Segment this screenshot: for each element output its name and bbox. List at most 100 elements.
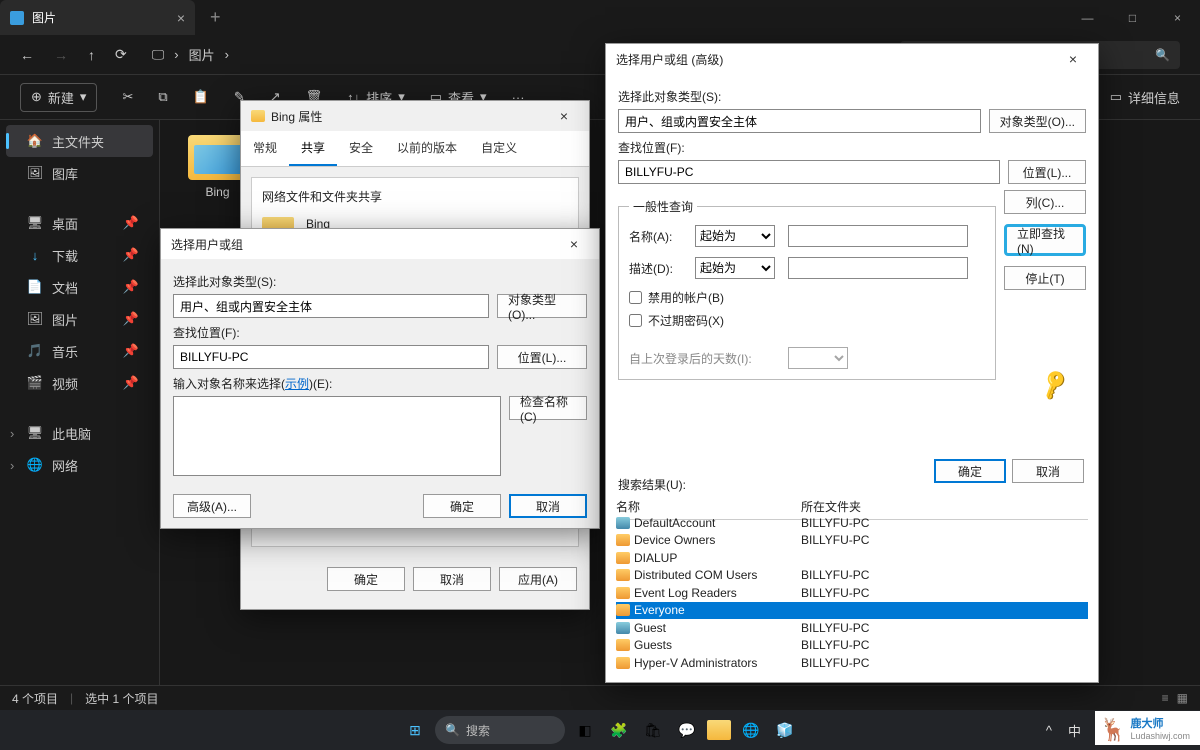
name-match-select[interactable]: 起始为	[695, 225, 775, 247]
ok-button[interactable]: 确定	[934, 459, 1006, 483]
close-icon[interactable]: ×	[549, 108, 579, 124]
principal-icon	[616, 569, 630, 581]
ok-button[interactable]: 确定	[327, 567, 405, 591]
example-link[interactable]: 示例	[285, 377, 309, 391]
result-row[interactable]: Everyone	[616, 602, 1088, 620]
sidebar-item-gallery[interactable]: 🖼图库	[0, 157, 159, 189]
videos-icon: 🎬	[28, 376, 42, 390]
principal-icon	[616, 604, 630, 616]
forward-button[interactable]: →	[54, 47, 68, 63]
ok-button[interactable]: 确定	[423, 494, 501, 518]
column-name[interactable]: 名称	[616, 498, 801, 515]
sidebar-item-downloads[interactable]: ↓下载📌	[0, 239, 159, 271]
documents-icon: 📄	[28, 280, 42, 294]
sidebar-item-pictures[interactable]: 🖼图片📌	[0, 303, 159, 335]
result-row[interactable]: Distributed COM UsersBILLYFU-PC	[616, 567, 1088, 585]
tab-close-icon[interactable]: ×	[177, 10, 185, 26]
location-field[interactable]	[618, 160, 1000, 184]
breadcrumb-pictures[interactable]: 图片	[189, 45, 215, 64]
result-row[interactable]: DIALUP	[616, 549, 1088, 567]
tab-security[interactable]: 安全	[337, 131, 385, 166]
disabled-accounts-checkbox[interactable]	[629, 291, 642, 304]
sidebar-item-videos[interactable]: 🎬视频📌	[0, 367, 159, 399]
watermark: 🦌 鹿大师 Ludashiwj.com	[1095, 711, 1200, 745]
tray-chevron[interactable]: ^	[1046, 723, 1052, 738]
back-button[interactable]: ←	[20, 47, 34, 63]
locations-button[interactable]: 位置(L)...	[1008, 160, 1086, 184]
result-row[interactable]: GuestBILLYFU-PC	[616, 619, 1088, 637]
result-row[interactable]: Device OwnersBILLYFU-PC	[616, 532, 1088, 550]
paste-button[interactable]: 📋	[193, 89, 209, 105]
copy-button[interactable]: ⧉	[158, 89, 167, 105]
result-row[interactable]: DefaultAccountBILLYFU-PC	[616, 514, 1088, 532]
cancel-button[interactable]: 取消	[413, 567, 491, 591]
object-types-button[interactable]: 对象类型(O)...	[989, 109, 1086, 133]
close-icon[interactable]: ×	[559, 236, 589, 252]
tab-sharing[interactable]: 共享	[289, 131, 337, 166]
taskbar-app[interactable]: 🛍	[639, 716, 667, 744]
taskbar-app[interactable]: 💬	[673, 716, 701, 744]
taskbar-app[interactable]: 🧩	[605, 716, 633, 744]
view-switcher[interactable]: ≡▦	[1162, 691, 1188, 705]
dialog-title-bar[interactable]: Bing 属性 ×	[241, 101, 589, 131]
task-view-button[interactable]: ◧	[571, 716, 599, 744]
sidebar-item-thispc[interactable]: 🖥此电脑	[0, 417, 159, 449]
dialog-title-bar[interactable]: 选择用户或组 ×	[161, 229, 599, 259]
new-button[interactable]: ⊕ 新建 ▾	[20, 83, 97, 112]
column-folder[interactable]: 所在文件夹	[801, 498, 861, 515]
cut-button[interactable]: ✂	[122, 89, 133, 105]
advanced-button[interactable]: 高级(A)...	[173, 494, 251, 518]
tab-customize[interactable]: 自定义	[469, 131, 529, 166]
names-textarea[interactable]	[173, 396, 501, 476]
locations-button[interactable]: 位置(L)...	[497, 345, 587, 369]
object-types-button[interactable]: 对象类型(O)...	[497, 294, 587, 318]
results-list[interactable]: DefaultAccountBILLYFU-PCDevice OwnersBIL…	[616, 514, 1088, 672]
maximize-button[interactable]: □	[1110, 0, 1155, 35]
object-type-field[interactable]	[173, 294, 489, 318]
breadcrumb[interactable]: 🖵 › 图片 ›	[152, 45, 229, 64]
cancel-button[interactable]: 取消	[509, 494, 587, 518]
desc-query-input[interactable]	[788, 257, 968, 279]
object-type-field[interactable]	[618, 109, 981, 133]
stop-button[interactable]: 停止(T)	[1004, 266, 1086, 290]
close-icon[interactable]: ×	[1058, 51, 1088, 67]
result-row[interactable]: GuestsBILLYFU-PC	[616, 637, 1088, 655]
result-row[interactable]: Hyper-V AdministratorsBILLYFU-PC	[616, 654, 1088, 672]
minimize-button[interactable]: —	[1065, 0, 1110, 35]
cancel-button[interactable]: 取消	[1012, 459, 1084, 483]
refresh-button[interactable]: ⟳	[115, 46, 127, 63]
sidebar-item-music[interactable]: 🎵音乐📌	[0, 335, 159, 367]
sidebar-item-desktop[interactable]: 🖥桌面📌	[0, 207, 159, 239]
taskbar-edge[interactable]: 🌐	[737, 716, 765, 744]
sidebar-item-network[interactable]: 🌐网络	[0, 449, 159, 481]
window-close-button[interactable]: ×	[1155, 0, 1200, 35]
check-names-button[interactable]: 检查名称(C)	[509, 396, 587, 420]
up-button[interactable]: ↑	[88, 47, 95, 63]
tab-previous[interactable]: 以前的版本	[385, 131, 469, 166]
start-button[interactable]: ⊞	[401, 716, 429, 744]
taskbar-explorer[interactable]	[707, 720, 731, 740]
dialog-title-bar[interactable]: 选择用户或组 (高级) ×	[606, 44, 1098, 74]
ime-indicator[interactable]: 中	[1068, 721, 1081, 740]
result-row[interactable]: Event Log ReadersBILLYFU-PC	[616, 584, 1088, 602]
sidebar-item-documents[interactable]: 📄文档📌	[0, 271, 159, 303]
add-tab-button[interactable]: +	[210, 7, 221, 28]
result-row[interactable]: IIS_IUSRSBILLYFU-PC	[616, 672, 1088, 673]
desc-match-select[interactable]: 起始为	[695, 257, 775, 279]
find-now-button[interactable]: 立即查找(N)	[1004, 224, 1086, 256]
details-button[interactable]: ▭ 详细信息	[1110, 88, 1180, 107]
name-query-input[interactable]	[788, 225, 968, 247]
nonexpiring-password-checkbox[interactable]	[629, 314, 642, 327]
object-type-label: 选择此对象类型(S):	[618, 88, 1086, 105]
taskbar-search[interactable]: 🔍搜索	[435, 716, 565, 744]
columns-button[interactable]: 列(C)...	[1004, 190, 1086, 214]
taskbar-app[interactable]: 🧊	[771, 716, 799, 744]
location-field[interactable]	[173, 345, 489, 369]
sidebar-item-home[interactable]: 🏠主文件夹	[6, 125, 153, 157]
apply-button[interactable]: 应用(A)	[499, 567, 577, 591]
result-folder: BILLYFU-PC	[801, 568, 869, 582]
window-tab[interactable]: 图片 ×	[0, 0, 195, 35]
tab-general[interactable]: 常规	[241, 131, 289, 166]
name-label: 名称(A):	[629, 228, 687, 245]
watermark-url: Ludashiwj.com	[1130, 731, 1190, 741]
